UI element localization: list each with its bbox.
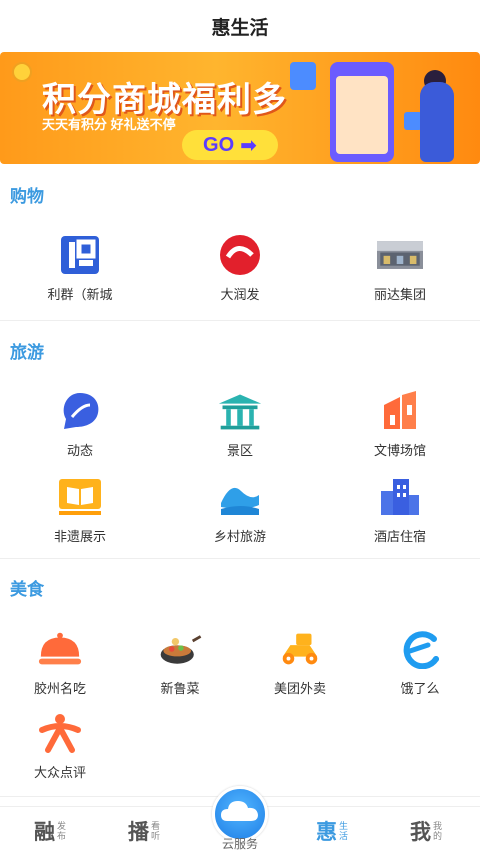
food-item-newlu[interactable]: 新鲁菜 [130, 626, 230, 697]
shop-item-label: 丽达集团 [373, 287, 426, 302]
arrow-right-icon: ➡ [240, 134, 257, 157]
tab-me-sublabel: 我的 [433, 821, 443, 841]
divider [0, 558, 480, 559]
food-item-label: 胶州名吃 [33, 681, 86, 696]
tab-hui-label: 惠 [316, 821, 337, 844]
book-icon [57, 474, 103, 520]
rt-mart-logo-icon [217, 232, 263, 278]
shop-item-rtmart[interactable]: 大润发 [190, 232, 290, 303]
travel-item-label: 非遗展示 [53, 529, 106, 544]
liqun-logo-icon [57, 232, 103, 278]
food-item-label: 大众点评 [33, 765, 86, 780]
tab-rong-sublabel: 发布 [57, 821, 67, 841]
food-item-label: 饿了么 [400, 681, 440, 696]
pavilion-icon [217, 388, 263, 434]
travel-item-news[interactable]: 动态 [30, 388, 130, 459]
dianping-logo-icon [37, 710, 83, 756]
building-icon [377, 388, 423, 434]
food-item-eleme[interactable]: 饿了么 [370, 626, 470, 697]
tab-bo[interactable]: 播 看听 [128, 811, 163, 851]
promo-banner[interactable]: 积分商城福利多 天天有积分 好礼送不停 GO ➡ [0, 52, 480, 164]
travel-item-label: 酒店住宿 [373, 529, 426, 544]
food-item-jiaozhou[interactable]: 胶州名吃 [10, 626, 110, 697]
food-item-dianping[interactable]: 大众点评 [10, 710, 110, 781]
storefront-photo-icon [377, 232, 423, 278]
travel-item-scenic[interactable]: 景区 [190, 388, 290, 459]
travel-item-label: 文博场馆 [373, 443, 426, 458]
hotel-icon [377, 474, 423, 520]
shop-item-label: 利群（新城 [47, 287, 113, 302]
travel-item-museum[interactable]: 文博场馆 [350, 388, 450, 459]
person-illustration [420, 82, 454, 162]
tab-bo-label: 播 [128, 821, 149, 844]
banner-subtitle: 天天有积分 好礼送不停 [42, 117, 176, 132]
mountain-icon [217, 474, 263, 520]
shop-item-label: 大润发 [220, 287, 260, 302]
coin-icon [12, 62, 32, 82]
travel-item-hotel[interactable]: 酒店住宿 [350, 474, 450, 545]
scooter-icon [277, 626, 323, 672]
header: 惠生活 [0, 0, 480, 52]
food-item-meituan[interactable]: 美团外卖 [250, 626, 350, 697]
tab-hui-sublabel: 生活 [339, 821, 349, 841]
banner-go-button[interactable]: GO ➡ [182, 130, 278, 160]
tab-hui[interactable]: 惠 生活 [316, 811, 351, 851]
phone-screen-illustration [336, 76, 388, 154]
tab-me-label: 我 [410, 821, 431, 844]
travel-item-label: 动态 [66, 443, 93, 458]
travel-item-label: 乡村旅游 [213, 529, 266, 544]
tab-me[interactable]: 我 我的 [410, 811, 445, 851]
shopping-bag-icon [290, 62, 316, 90]
cloud-service-button[interactable] [212, 786, 268, 842]
cloud-service-label: 云服务 [221, 837, 258, 851]
divider [0, 320, 480, 321]
eleme-logo-icon [397, 626, 443, 672]
travel-item-rural[interactable]: 乡村旅游 [190, 474, 290, 545]
travel-item-heritage[interactable]: 非遗展示 [30, 474, 130, 545]
shop-item-lida[interactable]: 丽达集团 [350, 232, 450, 303]
food-item-label: 新鲁菜 [160, 681, 200, 696]
food-item-label: 美团外卖 [273, 681, 326, 696]
page-title: 惠生活 [211, 17, 269, 39]
tab-rong[interactable]: 融 发布 [34, 811, 69, 851]
food-cloche-icon [37, 626, 83, 672]
shop-item-liqun[interactable]: 利群（新城 [30, 232, 130, 303]
section-title-travel: 旅游 [10, 343, 44, 362]
section-title-shopping: 购物 [10, 187, 44, 206]
section-title-food: 美食 [10, 580, 44, 599]
travel-item-label: 景区 [226, 443, 253, 458]
banner-go-label: GO [203, 133, 235, 156]
leaf-bubble-icon [57, 388, 103, 434]
tab-bo-sublabel: 看听 [151, 821, 161, 841]
cloud-icon [221, 801, 258, 821]
tab-rong-label: 融 [34, 821, 55, 844]
wok-icon [157, 626, 203, 672]
